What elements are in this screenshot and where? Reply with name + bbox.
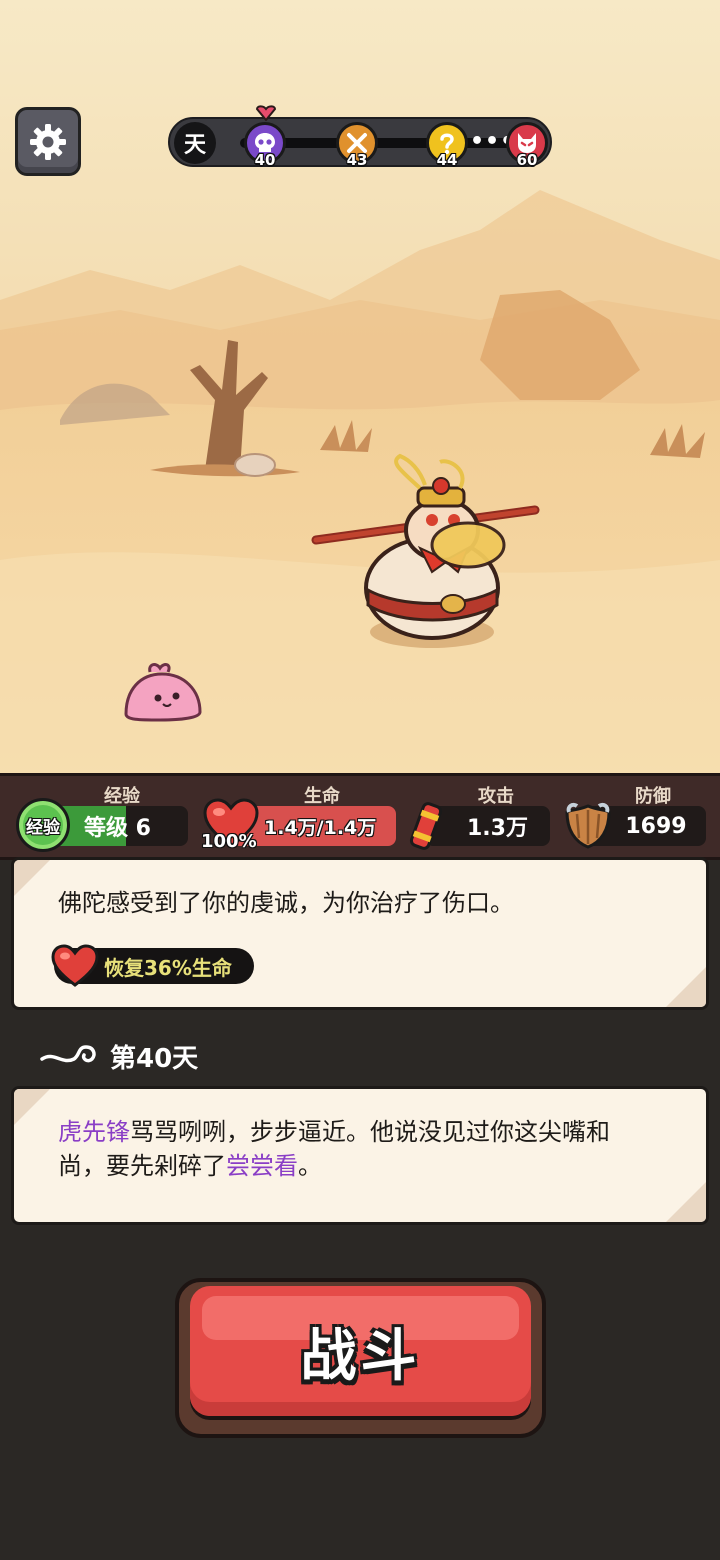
level-text: 等级 6 — [84, 816, 151, 841]
swirl-icon — [40, 1045, 96, 1063]
fight-button-frame: 战斗 — [175, 1278, 546, 1438]
encounter-card: 虎先锋骂骂咧咧，步步逼近。他说没见过你这尖嘴和尚，要先剁碎了尝尝看。 — [11, 1086, 709, 1225]
day-label: 天 — [174, 122, 216, 164]
card-corner — [666, 1182, 706, 1222]
card-corner — [14, 860, 50, 896]
demon-boss-day: 60 — [516, 151, 538, 169]
hp-value: 1.4万/1.4万 — [264, 816, 377, 839]
card-corner — [14, 1089, 50, 1125]
day-header: 第40天 — [40, 1036, 198, 1076]
hp-label: 生命 — [304, 786, 340, 807]
attack-value: 1.3万 — [467, 816, 528, 841]
fight-button[interactable]: 战斗 — [190, 1286, 531, 1416]
day-progress-track: 天 40 43 44 ••• 60 — [168, 105, 552, 169]
exp-bar: 等级 6 — [50, 806, 188, 846]
heart-icon — [51, 944, 99, 987]
question-node[interactable]: 44 — [426, 122, 468, 169]
crossed-swords-node[interactable]: 43 — [336, 122, 378, 169]
day-title: 第40天 — [110, 1043, 199, 1074]
hp-percent: 100% — [201, 831, 257, 852]
defense-label: 防御 — [635, 786, 671, 807]
question-day: 44 — [436, 151, 458, 169]
settings-button[interactable] — [15, 107, 81, 176]
crossed-swords-day: 43 — [346, 151, 368, 169]
encounter-text-part2: 。 — [298, 1152, 322, 1180]
firecracker-icon — [409, 802, 443, 850]
encounter-text-part1: 骂骂咧咧，步步逼近。他说没见过你这尖嘴和尚，要先剁碎了 — [58, 1118, 610, 1180]
battle-scene: 天 40 43 44 ••• 60 — [0, 0, 720, 775]
defense-value: 1699 — [625, 813, 687, 839]
encounter-highlight: 尝尝看 — [226, 1152, 298, 1180]
demon-boss-node[interactable]: 60 — [506, 122, 548, 169]
fight-label: 战斗 — [300, 1323, 421, 1389]
event-text: 佛陀感受到了你的虔诚，为你治疗了伤口。 — [58, 889, 514, 917]
event-card: 佛陀感受到了你的虔诚，为你治疗了伤口。 恢复36%生命 — [11, 857, 709, 1010]
exp-badge: 经验 — [16, 798, 70, 852]
card-corner — [666, 967, 706, 1007]
enemy-name: 虎先锋 — [58, 1118, 130, 1146]
gear-icon — [30, 123, 66, 160]
current-marker-icon — [255, 105, 277, 121]
attack-label: 攻击 — [478, 786, 514, 807]
encounter-text: 虎先锋骂骂咧咧，步步逼近。他说没见过你这尖嘴和尚，要先剁碎了尝尝看。 — [58, 1115, 646, 1183]
skull-boss-day: 40 — [254, 151, 276, 169]
exp-badge-text: 经验 — [26, 817, 60, 838]
exp-label: 经验 — [104, 786, 140, 807]
skull-boss-node[interactable]: 40 — [244, 122, 286, 169]
shield-icon — [565, 802, 611, 849]
recover-text: 恢复36%生命 — [104, 955, 232, 980]
stats-bar: 经验 等级 6 经验 生命 1.4万/1.4万 100% 攻击 1.3万 防御 … — [0, 773, 720, 860]
